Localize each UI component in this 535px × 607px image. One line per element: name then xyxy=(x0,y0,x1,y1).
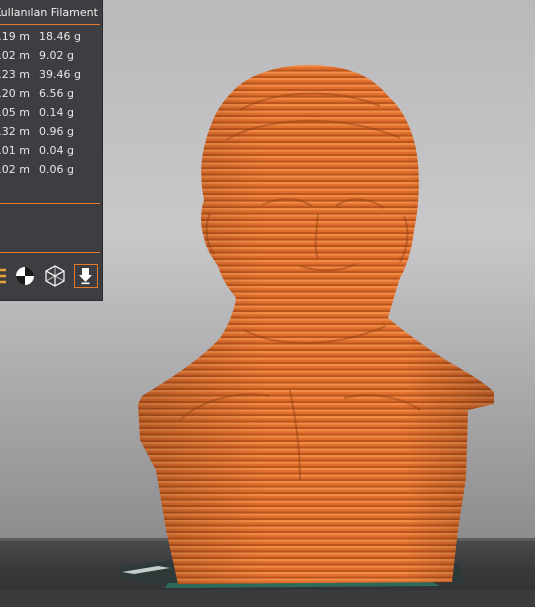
filament-usage-panel: Kullanılan Filament 6.19 m 18.46 g 3.02 … xyxy=(0,0,103,301)
header-divider xyxy=(0,24,100,25)
weight-value: 9.02 g xyxy=(39,49,74,62)
filament-usage-title: Kullanılan Filament xyxy=(0,6,98,19)
weight-value: 18.46 g xyxy=(39,30,81,43)
table-row: 0.02 m 0.06 g xyxy=(0,160,102,179)
length-value: 0.32 m xyxy=(0,125,30,138)
view-toolbar xyxy=(0,264,102,290)
length-value: 3.02 m xyxy=(0,49,30,62)
toolbar-divider xyxy=(0,252,100,253)
weight-value: 0.04 g xyxy=(39,144,74,157)
table-row: 13.23 m 39.46 g xyxy=(0,65,102,84)
table-row: 2.20 m 6.56 g xyxy=(0,84,102,103)
table-divider xyxy=(0,203,100,204)
table-row: 0.32 m 0.96 g xyxy=(0,122,102,141)
weight-value: 39.46 g xyxy=(39,68,81,81)
length-value: 0.02 m xyxy=(0,163,30,176)
length-value: 0.05 m xyxy=(0,106,30,119)
table-row: 6.19 m 18.46 g xyxy=(0,27,102,46)
filament-usage-table: 6.19 m 18.46 g 3.02 m 9.02 g 13.23 m 39.… xyxy=(0,27,102,179)
perspective-cube-icon[interactable] xyxy=(43,264,67,288)
filament-usage-header: Kullanılan Filament xyxy=(0,2,102,24)
color-scheme-icon[interactable] xyxy=(13,264,37,288)
length-value: 13.23 m xyxy=(0,68,30,81)
weight-value: 0.06 g xyxy=(39,163,74,176)
weight-value: 0.96 g xyxy=(39,125,74,138)
export-icon[interactable] xyxy=(74,264,98,288)
table-row: 0.05 m 0.14 g xyxy=(0,103,102,122)
weight-value: 0.14 g xyxy=(39,106,74,119)
table-row: 0.01 m 0.04 g xyxy=(0,141,102,160)
length-value: 2.20 m xyxy=(0,87,30,100)
weight-value: 6.56 g xyxy=(39,87,74,100)
length-value: 0.01 m xyxy=(0,144,30,157)
table-row: 3.02 m 9.02 g xyxy=(0,46,102,65)
length-value: 6.19 m xyxy=(0,30,30,43)
